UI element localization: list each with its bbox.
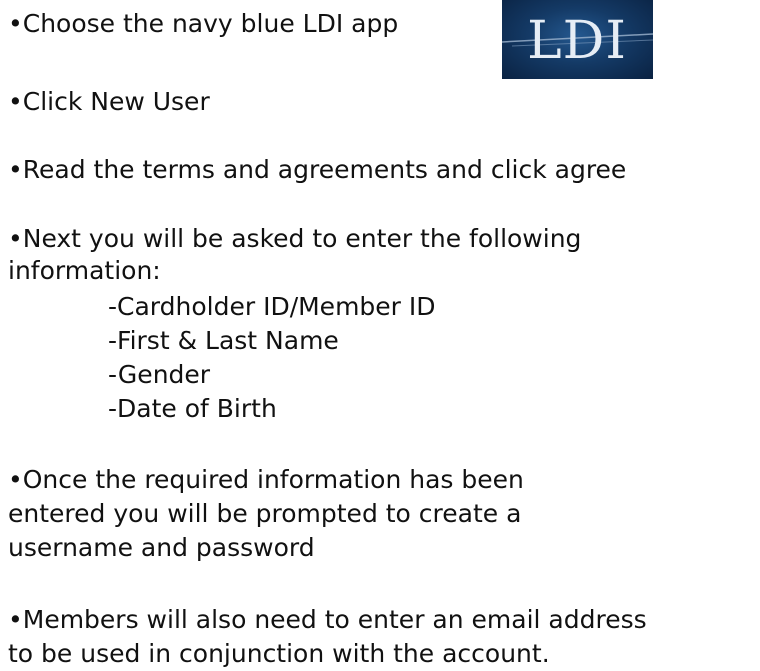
ldi-app-logo: LDI: [502, 0, 653, 79]
ldi-logo-graphic: LDI: [502, 11, 653, 71]
step-email-line1: •Members will also need to enter an emai…: [8, 605, 647, 634]
step-credentials-line2: entered you will be prompted to create a: [8, 499, 522, 528]
step-enter-info-line2: information:: [8, 256, 161, 285]
logo-text: LDI: [527, 11, 627, 71]
field-cardholder-id: -Cardholder ID/Member ID: [108, 292, 436, 321]
step-email-line2: to be used in conjunction with the accou…: [8, 639, 550, 668]
step-enter-info-line1: •Next you will be asked to enter the fol…: [8, 224, 582, 253]
field-date-of-birth: -Date of Birth: [108, 394, 277, 423]
step-choose-app: •Choose the navy blue LDI app: [8, 9, 399, 38]
step-credentials-line3: username and password: [8, 533, 315, 562]
step-credentials-line1: •Once the required information has been: [8, 465, 524, 494]
field-gender: -Gender: [108, 360, 211, 389]
field-name: -First & Last Name: [108, 326, 339, 355]
step-new-user: •Click New User: [8, 87, 210, 116]
step-terms: •Read the terms and agreements and click…: [8, 155, 627, 184]
instructions-page: •Choose the navy blue LDI app LDI •Click…: [8, 0, 753, 671]
